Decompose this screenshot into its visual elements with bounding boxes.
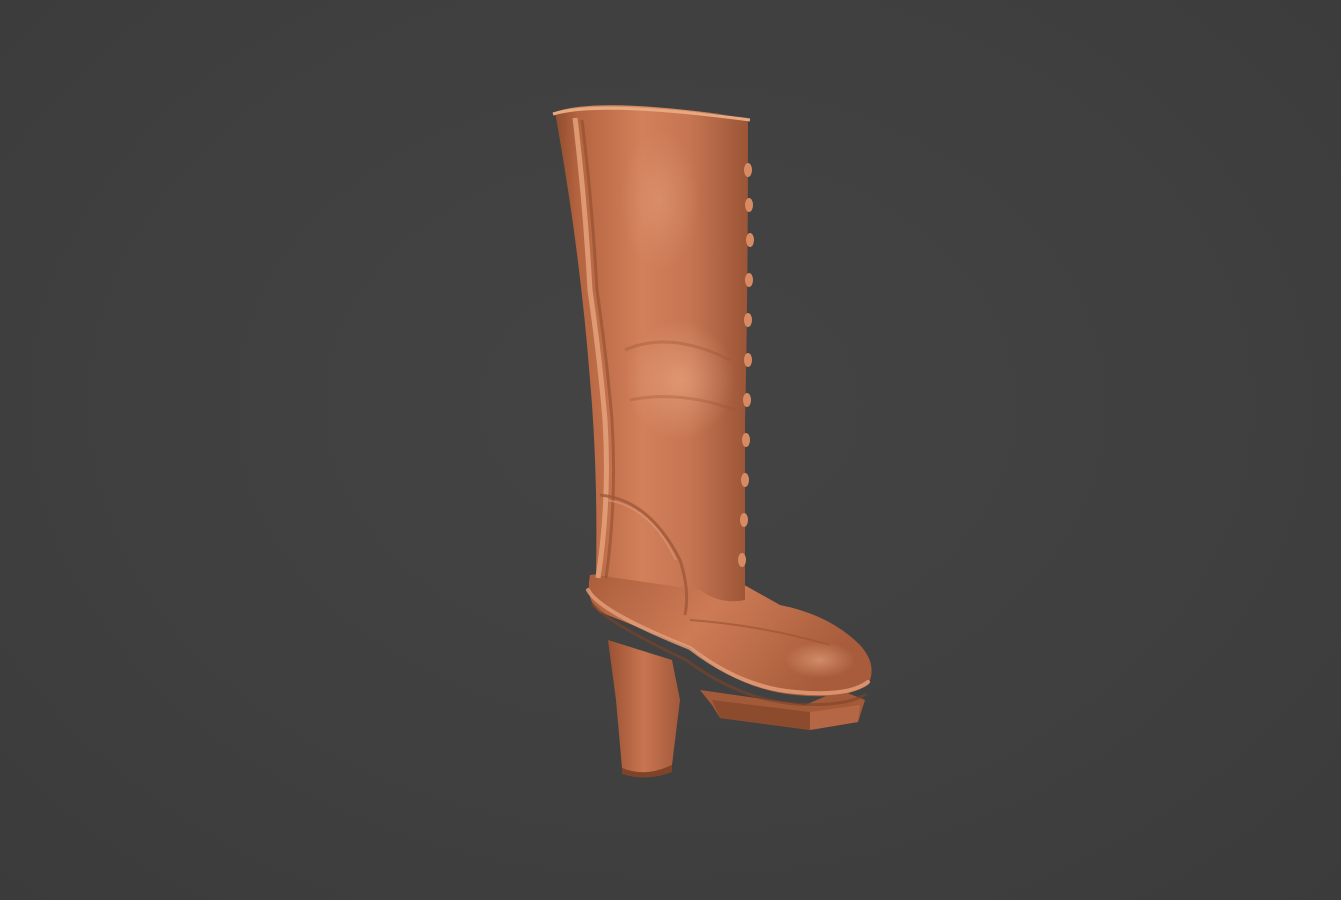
3d-viewport[interactable] [0, 0, 1341, 900]
boot-model[interactable] [0, 0, 1341, 900]
heel [608, 640, 680, 773]
